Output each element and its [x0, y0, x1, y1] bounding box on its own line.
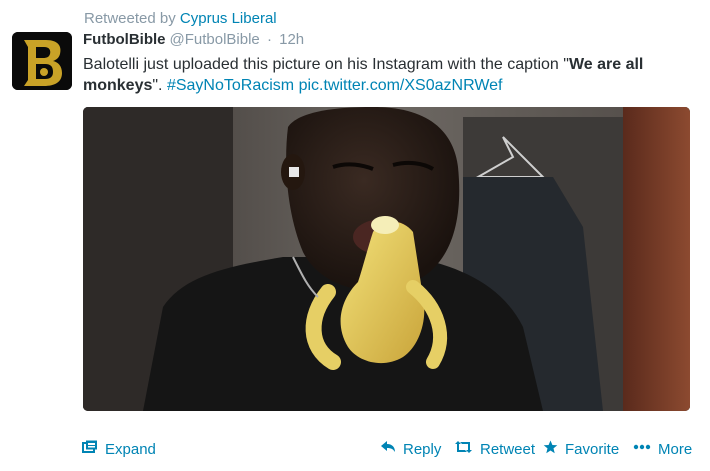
retweet-context: Retweeted by Cyprus Liberal: [84, 10, 277, 27]
hashtag-link[interactable]: #SayNoToRacism: [167, 77, 294, 94]
reply-arrow-icon: [380, 440, 396, 458]
futbolbible-logo-icon: [12, 32, 72, 90]
tweet-header: FutbolBible @FutbolBible · 12h: [83, 31, 304, 48]
tweet[interactable]: Retweeted by Cyprus Liberal FutbolBible @…: [0, 0, 710, 471]
expand-label: Expand: [105, 440, 156, 458]
ellipsis-icon: [633, 440, 651, 458]
author-handle[interactable]: @FutbolBible: [170, 31, 260, 48]
tweet-text-part2: ".: [152, 77, 167, 94]
tweet-text-part1: Balotelli just uploaded this picture on …: [83, 56, 569, 73]
avatar[interactable]: [12, 32, 72, 90]
tweet-photo[interactable]: [83, 107, 690, 411]
retweet-prefix: Retweeted by: [84, 10, 176, 27]
retweet-arrows-icon: [454, 440, 473, 458]
retweet-label: Retweet: [480, 440, 536, 458]
retweet-button[interactable]: Retweet: [454, 440, 535, 458]
star-icon: [543, 440, 558, 458]
expand-button[interactable]: Expand: [82, 440, 156, 458]
reply-button[interactable]: Reply: [380, 440, 441, 458]
header-separator: ·: [266, 31, 272, 48]
expand-icon: [82, 440, 98, 458]
photo-image: [83, 107, 690, 411]
tweet-text: Balotelli just uploaded this picture on …: [83, 54, 688, 96]
tweet-timestamp[interactable]: 12h: [279, 31, 304, 48]
favorite-label: Favorite: [565, 440, 620, 458]
author-fullname[interactable]: FutbolBible: [83, 31, 166, 48]
reply-label: Reply: [403, 440, 442, 458]
media-link[interactable]: pic.twitter.com/XS0azNRWef: [299, 77, 503, 94]
favorite-button[interactable]: Favorite: [543, 440, 619, 458]
tweet-actions: Expand Reply Retweet Favorite More: [0, 436, 710, 462]
more-button[interactable]: More: [633, 440, 692, 458]
more-label: More: [658, 440, 693, 458]
retweeter-link[interactable]: Cyprus Liberal: [180, 10, 277, 27]
